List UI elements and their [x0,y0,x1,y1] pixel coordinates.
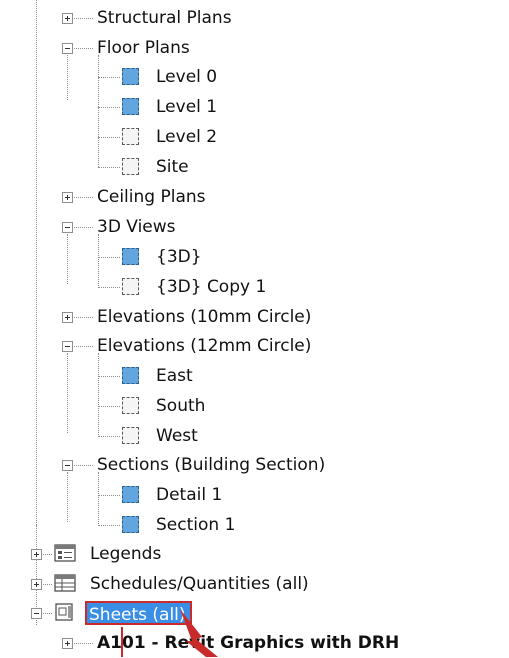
expand-icon[interactable] [62,13,73,24]
tree-guide-line [98,167,120,168]
tree-node-label: A101 - Revit Graphics with DRH [97,633,400,653]
tree-node-label: Schedules/Quantities (all) [90,574,309,594]
floor-plan-view-icon [122,98,139,115]
expand-icon[interactable] [62,312,73,323]
tree-node-sheet-a101[interactable]: A101 - Revit Graphics with DRH [0,628,509,658]
tree-node-label: {3D} Copy 1 [156,277,267,297]
floor-plan-view-icon [122,68,139,85]
3d-view-icon [122,248,139,265]
tree-node-site[interactable]: Site [0,152,509,182]
collapse-icon[interactable] [62,341,73,352]
elevation-view-icon [122,397,139,414]
floor-plan-view-icon [122,128,139,145]
expand-icon[interactable] [31,579,42,590]
sheet-icon [55,603,73,621]
tree-guide-line [98,436,120,437]
tree-guide-line [98,137,120,138]
annotation-arrow-icon [180,609,218,657]
tree-guide-line [98,406,120,407]
tree-node-label: Elevations (12mm Circle) [97,336,312,356]
collapse-icon[interactable] [31,608,42,619]
tree-node-label: Level 1 [156,97,218,117]
tree-node-east[interactable]: East [0,361,509,391]
tree-node-detail-1[interactable]: Detail 1 [0,480,509,510]
section-view-icon [122,486,139,503]
expand-icon[interactable] [31,549,42,560]
tree-node-3d-copy-1[interactable]: {3D} Copy 1 [0,272,509,302]
tree-node-west[interactable]: West [0,421,509,451]
tree-node-floor-plans[interactable]: Floor Plans [0,33,509,63]
project-browser-tree: Structural Plans Floor Plans Level 0 Lev… [0,0,509,657]
tree-node-sheets[interactable]: Sheets (all) [0,598,509,628]
expand-icon[interactable] [62,638,73,649]
tree-node-label: Legends [90,544,162,564]
tree-node-label: Structural Plans [97,8,232,28]
collapse-icon[interactable] [62,222,73,233]
annotation-line [121,627,123,657]
tree-guide-line [98,525,120,526]
tree-guide-line [98,107,120,108]
tree-node-level-1[interactable]: Level 1 [0,92,509,122]
collapse-icon[interactable] [62,460,73,471]
tree-node-label: South [156,396,206,416]
elevation-view-icon [122,367,139,384]
tree-node-label: East [156,366,193,386]
tree-node-label: {3D} [156,247,202,267]
floor-plan-view-icon [122,158,139,175]
tree-node-label: 3D Views [97,217,176,237]
tree-node-label: Elevations (10mm Circle) [97,307,312,327]
tree-node-label: Detail 1 [156,485,223,505]
tree-guide-line [98,376,120,377]
tree-node-label: Floor Plans [97,38,190,58]
tree-node-section-1[interactable]: Section 1 [0,510,509,540]
tree-guide-line [98,287,120,288]
tree-node-label: West [156,426,198,446]
tree-node-legends[interactable]: Legends [0,539,509,569]
expand-icon[interactable] [62,192,73,203]
tree-node-3d-views[interactable]: 3D Views [0,212,509,242]
tree-node-label: Sections (Building Section) [97,455,326,475]
tree-guide-line [98,77,120,78]
section-view-icon [122,516,139,533]
legend-icon [54,544,76,562]
tree-node-3d[interactable]: {3D} [0,242,509,272]
tree-node-sections[interactable]: Sections (Building Section) [0,450,509,480]
tree-node-label: Site [156,157,189,177]
tree-node-south[interactable]: South [0,391,509,421]
tree-node-schedules[interactable]: Schedules/Quantities (all) [0,569,509,599]
tree-node-ceiling-plans[interactable]: Ceiling Plans [0,182,509,212]
elevation-view-icon [122,427,139,444]
tree-node-elevations-10mm[interactable]: Elevations (10mm Circle) [0,302,509,332]
tree-guide-line [98,495,120,496]
tree-node-label: Level 0 [156,67,218,87]
tree-guide-line [98,257,120,258]
tree-node-label: Ceiling Plans [97,187,206,207]
3d-view-icon [122,278,139,295]
tree-node-level-2[interactable]: Level 2 [0,122,509,152]
tree-node-label: Level 2 [156,127,218,147]
tree-node-structural-plans[interactable]: Structural Plans [0,4,509,34]
tree-node-elevations-12mm[interactable]: Elevations (12mm Circle) [0,331,509,361]
tree-node-label: Section 1 [156,515,236,535]
schedule-icon [54,574,76,592]
collapse-icon[interactable] [62,43,73,54]
tree-node-level-0[interactable]: Level 0 [0,62,509,92]
